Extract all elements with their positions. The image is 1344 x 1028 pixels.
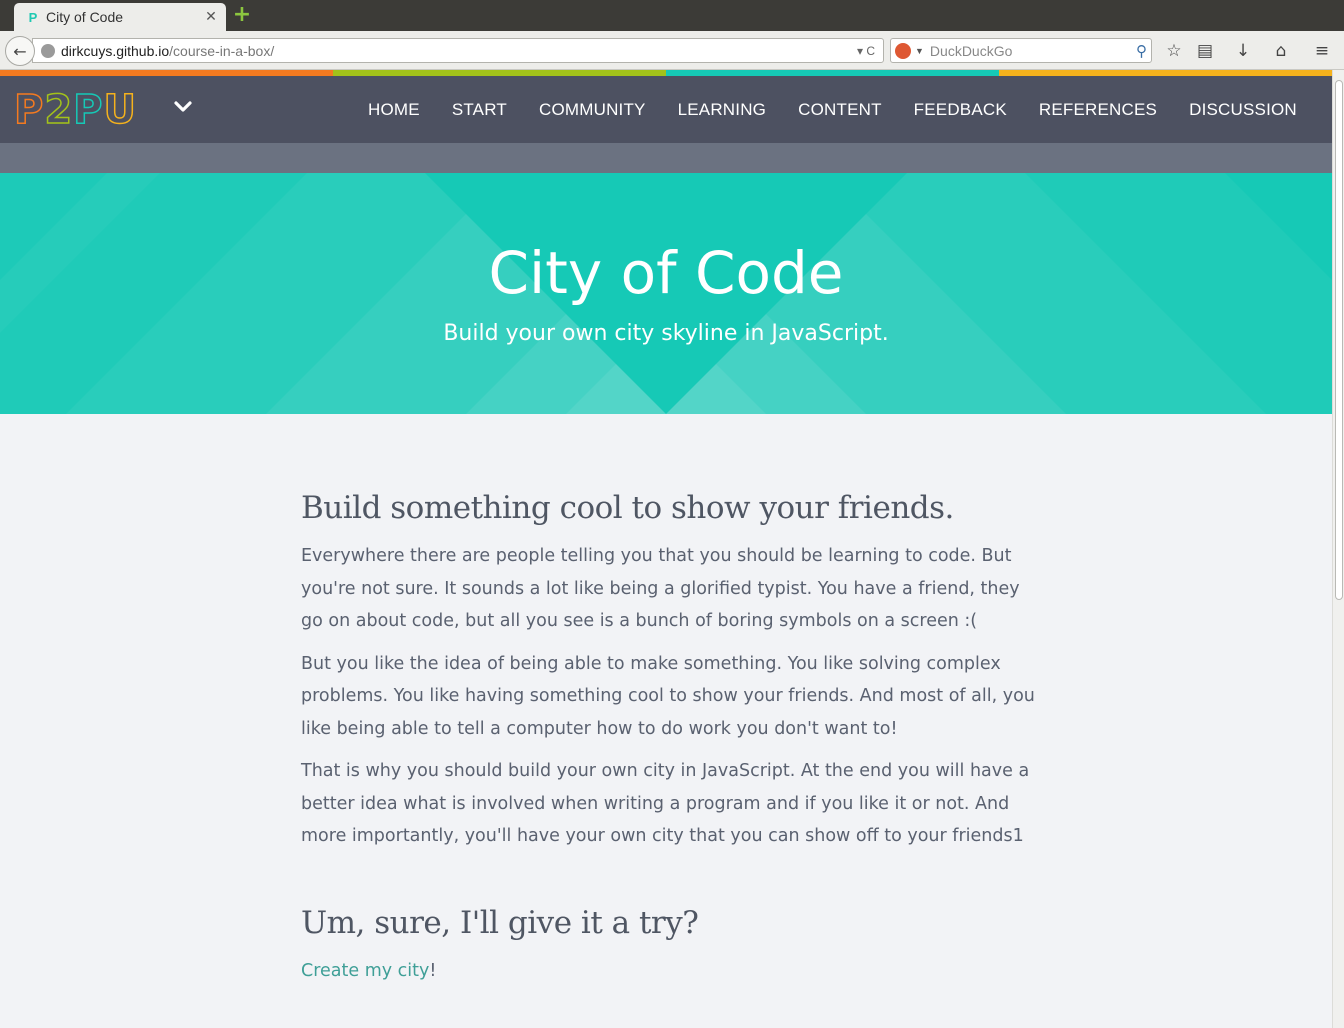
browser-tab[interactable]: P City of Code ✕: [14, 3, 226, 31]
p2pu-favicon-icon: P: [28, 9, 38, 25]
url-host: dirkcuys.github.io: [61, 42, 170, 59]
nav-content[interactable]: CONTENT: [782, 100, 898, 120]
logo-letter: P: [13, 87, 45, 133]
site-identity-icon[interactable]: [41, 43, 55, 58]
home-icon[interactable]: ⌂: [1269, 39, 1293, 63]
browser-tab-strip: P City of Code ✕ +: [0, 0, 1344, 31]
nav-discussion[interactable]: DISCUSSION: [1173, 100, 1313, 120]
section-heading: Um, sure, I'll give it a try?: [301, 904, 699, 941]
tab-title: City of Code: [46, 9, 124, 25]
p2pu-logo[interactable]: P 2 P U: [13, 87, 137, 133]
menu-icon[interactable]: ≡: [1310, 39, 1334, 63]
paragraph: But you like the idea of being able to m…: [301, 653, 1035, 739]
search-bar[interactable]: ▼ DuckDuckGo ⚲: [890, 38, 1152, 63]
page-scrollbar[interactable]: [1332, 70, 1344, 1028]
new-tab-button[interactable]: +: [232, 4, 252, 26]
paragraph: Everywhere there are people telling you …: [301, 546, 1020, 631]
url-bar[interactable]: dirkcuys.github.io/course-in-a-box/ ▾ C: [32, 38, 884, 63]
logo-letter: P: [72, 87, 104, 133]
create-my-city-link[interactable]: Create my city: [301, 961, 429, 981]
download-icon[interactable]: ↓: [1231, 39, 1255, 63]
reload-icon[interactable]: ▾ C: [857, 44, 875, 58]
nav-feedback[interactable]: FEEDBACK: [898, 100, 1023, 120]
url-path: /course-in-a-box/: [169, 42, 275, 59]
header-subbar: [0, 143, 1332, 173]
cta-suffix: !: [429, 960, 437, 981]
search-input[interactable]: DuckDuckGo: [930, 43, 1012, 59]
hero-title: City of Code: [488, 239, 844, 307]
close-tab-icon[interactable]: ✕: [202, 9, 220, 25]
search-engine-dropdown-icon[interactable]: ▼: [915, 46, 924, 56]
main-nav: HOME START COMMUNITY LEARNING CONTENT FE…: [352, 76, 1313, 143]
duckduckgo-icon[interactable]: [895, 42, 911, 59]
nav-learning[interactable]: LEARNING: [662, 100, 783, 120]
back-button[interactable]: ←: [5, 36, 35, 66]
paragraph: That is why you should build your own ci…: [301, 761, 1030, 846]
nav-community[interactable]: COMMUNITY: [523, 100, 662, 120]
cta-paragraph: Create my city!: [301, 955, 1041, 988]
logo-letter: 2: [44, 87, 74, 133]
nav-references[interactable]: REFERENCES: [1023, 100, 1173, 120]
hero-subtitle: Build your own city skyline in JavaScrip…: [443, 321, 889, 346]
section-heading: Build something cool to show your friend…: [301, 490, 954, 526]
nav-start[interactable]: START: [436, 100, 523, 120]
bookmark-star-icon[interactable]: ☆: [1162, 39, 1186, 63]
search-icon[interactable]: ⚲: [1136, 42, 1147, 60]
hero-banner: City of Code Build your own city skyline…: [0, 173, 1332, 414]
browser-navigation-bar: dirkcuys.github.io/course-in-a-box/ ▾ C …: [0, 31, 1344, 70]
scrollbar-thumb[interactable]: [1335, 80, 1343, 600]
site-header: P 2 P U HOME START COMMUNITY LEARNING CO…: [0, 76, 1332, 143]
logo-letter: U: [103, 87, 137, 133]
reading-list-icon[interactable]: ▤: [1193, 39, 1217, 63]
chevron-down-icon[interactable]: [174, 94, 192, 119]
main-content: Build something cool to show your friend…: [301, 490, 1041, 997]
nav-home[interactable]: HOME: [352, 100, 436, 120]
